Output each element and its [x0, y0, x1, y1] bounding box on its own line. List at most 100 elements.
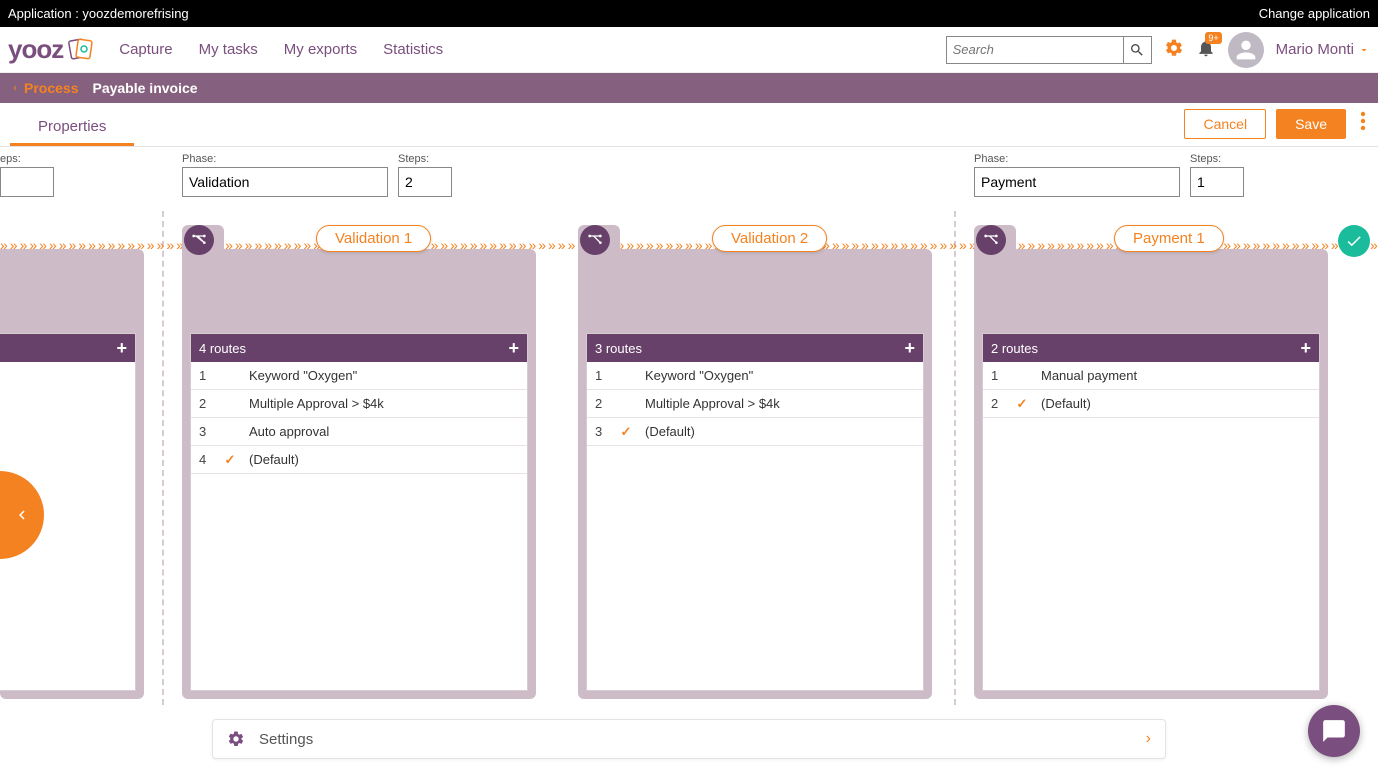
route-label: (Default)	[249, 452, 519, 467]
route-label: Multiple Approval > $4k	[249, 396, 519, 411]
route-default-check: ✓	[1013, 396, 1031, 412]
route-label: Multiple Approval > $4k	[645, 396, 915, 411]
routes-header: 4 routes +	[191, 334, 527, 362]
route-row[interactable]: 1Keyword "Oxygen"	[587, 362, 923, 390]
route-index: 2	[991, 396, 1003, 411]
app-label: Application : yoozdemorefrising	[8, 6, 189, 21]
nav-my-tasks[interactable]: My tasks	[199, 41, 258, 58]
branch-node[interactable]	[184, 225, 214, 255]
route-index: 3	[199, 424, 211, 439]
phase-separator	[162, 211, 164, 705]
logo[interactable]: yooz	[8, 34, 115, 65]
more-menu-button[interactable]	[1356, 111, 1370, 137]
phase1-name-input[interactable]	[182, 167, 388, 197]
search-icon	[1129, 42, 1145, 58]
back-label: Process	[24, 80, 78, 96]
phase-separator	[954, 211, 956, 705]
step-pill-payment-1[interactable]: Payment 1	[1114, 225, 1224, 252]
settings-label: Settings	[259, 731, 1146, 748]
fork-icon	[587, 232, 603, 248]
phase2-steps-field-label: Steps:	[1190, 153, 1244, 165]
chat-icon	[1321, 718, 1347, 744]
routes-count-label: 4 routes	[199, 341, 246, 356]
branch-node[interactable]	[580, 225, 610, 255]
chat-button[interactable]	[1308, 705, 1360, 757]
route-label: Keyword "Oxygen"	[249, 368, 519, 383]
route-row[interactable]: 2Multiple Approval > $4k	[191, 390, 527, 418]
tab-row: Properties Cancel Save	[0, 103, 1378, 147]
route-default-check: ✓	[617, 424, 635, 440]
nav-capture[interactable]: Capture	[119, 41, 172, 58]
search-button[interactable]	[1123, 37, 1151, 63]
step-pill-validation-1[interactable]: Validation 1	[316, 225, 431, 252]
fork-icon	[983, 232, 999, 248]
back-button[interactable]: Process	[10, 80, 78, 96]
step-pill-validation-2[interactable]: Validation 2	[712, 225, 827, 252]
phase2-steps-input[interactable]	[1190, 167, 1244, 197]
route-row[interactable]: 1 Manual payment	[983, 362, 1319, 390]
add-route-prev[interactable]: +	[116, 338, 127, 359]
fork-icon	[191, 232, 207, 248]
settings-gear-icon[interactable]	[1164, 38, 1184, 61]
user-menu[interactable]: Mario Monti	[1276, 41, 1370, 58]
save-button[interactable]: Save	[1276, 109, 1346, 139]
route-label: Manual payment	[1041, 368, 1311, 383]
step-panel-payment-1: 2 routes + 1Manual payment2✓(Default)	[974, 249, 1328, 699]
phase2-name-input[interactable]	[974, 167, 1180, 197]
route-row[interactable]: 1Keyword "Oxygen"	[191, 362, 527, 390]
route-row[interactable]: 4 ✓ (Default)	[191, 446, 527, 474]
header: yooz Capture My tasks My exports Statist…	[0, 27, 1378, 73]
route-default-check: ✓	[221, 452, 239, 468]
route-index: 2	[595, 396, 607, 411]
check-icon	[1345, 232, 1363, 250]
phase1-field-label: Phase:	[182, 153, 388, 165]
nav-statistics[interactable]: Statistics	[383, 41, 443, 58]
logo-cards-icon	[67, 37, 97, 63]
notifications-button[interactable]: 9+	[1196, 38, 1216, 61]
logo-text: yooz	[8, 34, 63, 65]
prev-steps-input[interactable]	[0, 167, 54, 197]
tab-properties[interactable]: Properties	[10, 108, 134, 146]
username-label: Mario Monti	[1276, 41, 1354, 58]
routes-header: 2 routes +	[983, 334, 1319, 362]
phase1-steps-field-label: Steps:	[398, 153, 452, 165]
chevron-right-icon: ›	[1146, 730, 1151, 748]
route-row[interactable]: 2 Multiple Approval > $4k	[587, 390, 923, 418]
route-row[interactable]: 3✓(Default)	[587, 418, 923, 446]
nav-my-exports[interactable]: My exports	[284, 41, 357, 58]
route-row[interactable]: 3 Auto approval	[191, 418, 527, 446]
route-index: 1	[991, 368, 1003, 383]
route-label: Keyword "Oxygen"	[645, 368, 915, 383]
end-node[interactable]	[1338, 225, 1370, 257]
search-box	[946, 36, 1152, 64]
notif-badge: 9+	[1205, 32, 1221, 44]
workflow-canvas: eps: Phase: Steps: Phase: Steps: »»»»»»»…	[0, 147, 1378, 705]
routes-count-label: 2 routes	[991, 341, 1038, 356]
step-panel-validation-2: 3 routes + 1Keyword "Oxygen" 2 Multiple Ap…	[578, 249, 932, 699]
route-row[interactable]: 2✓(Default)	[983, 390, 1319, 418]
gear-icon	[227, 730, 245, 748]
route-index: 4	[199, 452, 211, 467]
cancel-button[interactable]: Cancel	[1184, 109, 1266, 139]
phase1-steps-input[interactable]	[398, 167, 452, 197]
add-route-button[interactable]: +	[508, 338, 519, 359]
change-application-link[interactable]: Change application	[1259, 6, 1370, 21]
routes-count-label: 3 routes	[595, 341, 642, 356]
chevron-down-icon	[1358, 44, 1370, 56]
add-route-button[interactable]: +	[1300, 338, 1311, 359]
main-nav: Capture My tasks My exports Statistics	[119, 41, 443, 58]
kebab-icon	[1360, 111, 1366, 131]
add-route-button[interactable]: +	[904, 338, 915, 359]
route-label: Auto approval	[249, 424, 519, 439]
route-label: (Default)	[645, 424, 915, 439]
branch-node[interactable]	[976, 225, 1006, 255]
step-panel-validation-1: 4 routes + 1Keyword "Oxygen"2Multiple Ap…	[182, 249, 536, 699]
avatar[interactable]	[1228, 32, 1264, 68]
chevron-left-icon	[13, 501, 31, 529]
current-page-label: Payable invoice	[92, 80, 197, 96]
search-input[interactable]	[947, 37, 1123, 63]
person-icon	[1232, 36, 1260, 64]
breadcrumb-bar: Process Payable invoice	[0, 73, 1378, 103]
chevron-left-icon	[10, 81, 20, 95]
settings-bar[interactable]: Settings ›	[212, 719, 1166, 759]
